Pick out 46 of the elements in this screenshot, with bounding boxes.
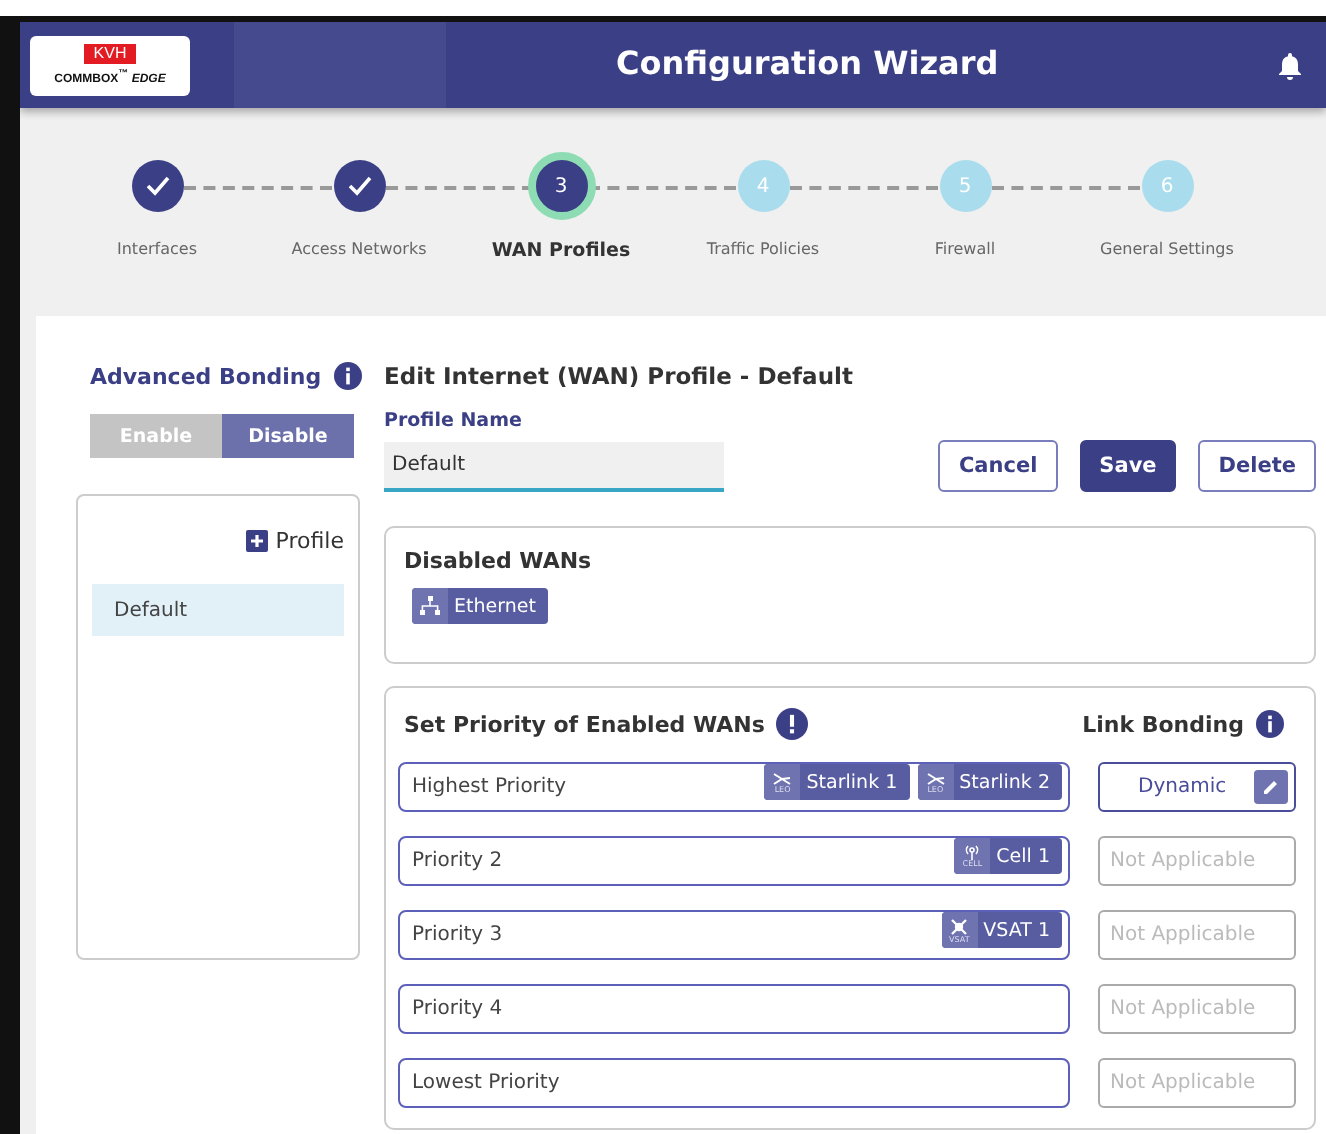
step-circle[interactable]: 3	[527, 152, 595, 220]
bell-icon[interactable]	[1278, 51, 1302, 79]
card-title: Disabled WANs	[404, 548, 594, 574]
antenna-icon	[964, 844, 981, 860]
section-title: Advanced Bonding	[90, 363, 322, 389]
card-title: Set Priority of Enabled WANs	[404, 711, 765, 737]
step-label: Access Networks	[291, 240, 427, 258]
priority-field[interactable]: Priority 4	[398, 984, 1070, 1034]
step-label: Interfaces	[117, 240, 197, 258]
priority-field[interactable]: Lowest Priority	[398, 1058, 1070, 1108]
profile-item[interactable]: Default	[92, 584, 344, 636]
step-label: Traffic Policies	[706, 240, 820, 258]
priority-label: Highest Priority	[412, 776, 567, 798]
network-icon	[420, 596, 440, 616]
info-icon[interactable]	[333, 362, 362, 390]
priority-label: Priority 2	[412, 850, 503, 872]
outline-button[interactable]: Cancel	[938, 440, 1058, 492]
step-label: Firewall	[934, 240, 996, 258]
link-bonding-field[interactable]: Dynamic	[1098, 762, 1296, 812]
logo-brand: KVH	[83, 44, 137, 64]
edit-icon[interactable]	[1254, 770, 1288, 804]
satellite-icon	[772, 771, 793, 785]
toggle-option[interactable]: Disable	[222, 414, 354, 458]
priority-label: Priority 3	[412, 924, 503, 946]
satellite-icon	[950, 917, 969, 935]
field-label: Profile Name	[384, 410, 524, 432]
step-circle[interactable]	[131, 160, 183, 212]
column-title: Link Bonding	[1082, 711, 1244, 737]
save-button[interactable]: Save	[1079, 440, 1177, 492]
check-icon	[347, 176, 371, 196]
priority-label: Priority 4	[412, 998, 503, 1020]
profile-name-field[interactable]: Default	[384, 442, 724, 492]
wan-tag: Ethernet	[412, 588, 548, 624]
form-title: Edit Internet (WAN) Profile - Default	[384, 360, 855, 394]
priority-label: Lowest Priority	[412, 1072, 560, 1094]
window-title: Configuration Wizard	[616, 44, 999, 82]
check-icon	[145, 176, 169, 196]
alert-icon[interactable]	[776, 708, 809, 740]
plus-icon	[245, 530, 268, 552]
step-circle[interactable]	[333, 160, 385, 212]
add-profile-button[interactable]: Profile	[245, 528, 344, 554]
step-label: WAN Profiles	[491, 240, 631, 262]
satellite-icon	[925, 771, 946, 785]
step-label: General Settings	[1100, 240, 1234, 258]
info-icon[interactable]	[1256, 710, 1284, 738]
outline-button[interactable]: Delete	[1198, 440, 1316, 492]
